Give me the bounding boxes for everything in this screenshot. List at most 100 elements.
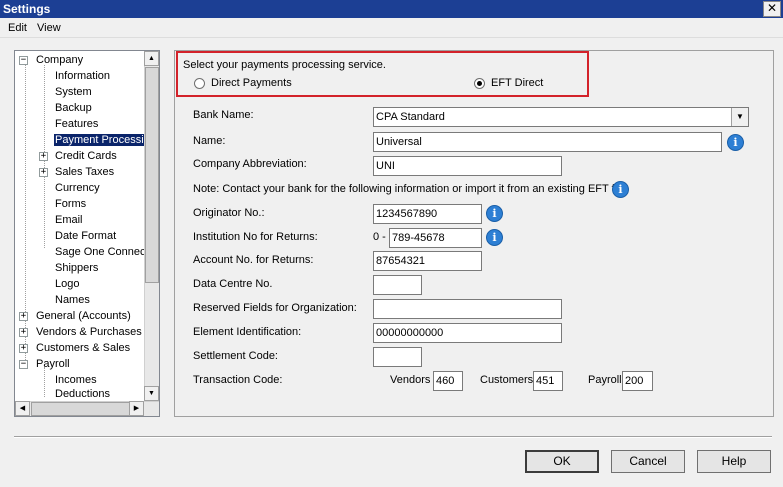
tree-item-deductions[interactable]: Deductions: [55, 387, 110, 402]
tree-item-sage-one-connect[interactable]: Sage One Connect: [55, 245, 149, 260]
company-abbreviation-field[interactable]: UNI: [373, 156, 562, 176]
expand-icon[interactable]: +: [19, 312, 28, 321]
eft-note: Note: Contact your bank for the followin…: [193, 183, 626, 195]
tree-item-label: Sales Taxes: [55, 166, 115, 178]
payroll-label: Payroll: [588, 374, 622, 386]
tree-item-label: Features: [55, 118, 99, 130]
payroll-code-field[interactable]: 200: [622, 371, 653, 391]
menu-bar: Edit View: [0, 18, 783, 38]
divider: [14, 436, 772, 438]
chevron-down-icon[interactable]: ▼: [731, 108, 748, 126]
direct-payments-radio[interactable]: [194, 78, 205, 89]
info-icon[interactable]: i: [486, 205, 503, 222]
tree-item-label: Company: [36, 54, 84, 66]
tree-item-label: Payroll: [36, 358, 70, 370]
collapse-icon[interactable]: −: [19, 360, 28, 369]
tree-horizontal-scrollbar[interactable]: ◀ ▶: [15, 401, 159, 416]
service-prompt: Select your payments processing service.: [183, 59, 386, 71]
tree-item-backup[interactable]: Backup: [55, 101, 92, 116]
element-identification-field[interactable]: 00000000000: [373, 323, 562, 343]
bank-name-combobox[interactable]: CPA Standard ▼: [373, 107, 749, 127]
tree-item-label: Email: [55, 214, 83, 226]
reserved-fields-field[interactable]: [373, 299, 562, 319]
tree-item-information[interactable]: Information: [55, 69, 110, 84]
scroll-thumb[interactable]: [145, 67, 159, 283]
tree-item-shippers[interactable]: Shippers: [55, 261, 98, 276]
scroll-thumb[interactable]: [31, 402, 131, 416]
expand-icon[interactable]: +: [39, 168, 48, 177]
data-centre-field[interactable]: [373, 275, 422, 295]
scroll-left-icon[interactable]: ◀: [15, 401, 30, 416]
tree-item-currency[interactable]: Currency: [55, 181, 100, 196]
scroll-down-icon[interactable]: ▼: [144, 386, 159, 401]
tree-item-label: Payment Processin: [54, 134, 151, 146]
ok-button[interactable]: OK: [525, 450, 599, 473]
eft-direct-radio[interactable]: [474, 78, 485, 89]
title-bar: Settings ✕: [0, 0, 783, 18]
account-field[interactable]: 87654321: [373, 251, 482, 271]
vendors-label: Vendors: [390, 374, 431, 386]
institution-prefix: 0 -: [373, 231, 386, 243]
tree-item-label: Names: [55, 294, 90, 306]
tree-item-system[interactable]: System: [55, 85, 92, 100]
tree-item-label: Deductions: [55, 388, 111, 400]
settlement-code-field[interactable]: [373, 347, 422, 367]
help-button[interactable]: Help: [697, 450, 771, 473]
transaction-code-label: Transaction Code:: [193, 374, 283, 386]
close-button[interactable]: ✕: [763, 1, 781, 17]
tree-item-label: Sage One Connect: [55, 246, 149, 258]
institution-field[interactable]: 789-45678: [389, 228, 482, 248]
tree-item-names[interactable]: Names: [55, 293, 90, 308]
customers-code-field[interactable]: 451: [533, 371, 563, 391]
tree-item-features[interactable]: Features: [55, 117, 98, 132]
close-icon: ✕: [766, 1, 778, 15]
eft-direct-label[interactable]: EFT Direct: [491, 77, 543, 89]
tree-item-label: System: [55, 86, 92, 98]
tree-item-forms[interactable]: Forms: [55, 197, 86, 212]
info-icon[interactable]: i: [727, 134, 744, 151]
customers-label: Customers: [480, 374, 534, 386]
tree-item-label: Shippers: [55, 262, 99, 274]
tree-connector: [25, 64, 26, 368]
menu-view[interactable]: View: [37, 22, 61, 34]
expand-icon[interactable]: +: [19, 344, 28, 353]
tree-item-label: Incomes: [55, 374, 97, 386]
element-identification-label: Element Identification:: [193, 326, 302, 338]
expand-icon[interactable]: +: [19, 328, 28, 337]
name-field[interactable]: Universal: [373, 132, 722, 152]
collapse-icon[interactable]: −: [19, 56, 28, 65]
tree-item-date-format[interactable]: Date Format: [55, 229, 116, 244]
info-icon[interactable]: i: [486, 229, 503, 246]
tree-item-incomes[interactable]: Incomes: [55, 373, 97, 388]
tree-item-logo[interactable]: Logo: [55, 277, 79, 292]
tree-item-label: Currency: [55, 182, 100, 194]
info-icon[interactable]: i: [612, 181, 629, 198]
cancel-button[interactable]: Cancel: [611, 450, 685, 473]
tree-item-email[interactable]: Email: [55, 213, 83, 228]
tree-item-label: Customers & Sales: [36, 342, 131, 354]
tree-item-label: Vendors & Purchases: [36, 326, 142, 338]
service-selection-highlight: [176, 51, 589, 97]
reserved-fields-label: Reserved Fields for Organization:: [193, 302, 357, 314]
originator-label: Originator No.:: [193, 207, 265, 219]
settlement-code-label: Settlement Code:: [193, 350, 278, 362]
tree-vertical-scrollbar[interactable]: ▲ ▼: [144, 51, 159, 402]
tree-item-label: Date Format: [55, 230, 117, 242]
data-centre-label: Data Centre No.: [193, 278, 273, 290]
tree-item-payment-processing[interactable]: Payment Processin: [54, 133, 151, 148]
tree-item-label: Forms: [55, 198, 87, 210]
scroll-right-icon[interactable]: ▶: [129, 401, 144, 416]
expand-icon[interactable]: +: [39, 152, 48, 161]
bank-name-value: CPA Standard: [376, 111, 445, 123]
menu-edit[interactable]: Edit: [8, 22, 27, 34]
tree-item-label: Information: [55, 70, 111, 82]
window-title: Settings: [3, 2, 51, 16]
scroll-up-icon[interactable]: ▲: [144, 51, 159, 66]
tree-item-label: Backup: [55, 102, 92, 114]
direct-payments-label[interactable]: Direct Payments: [211, 77, 292, 89]
name-label: Name:: [193, 135, 226, 147]
originator-field[interactable]: 1234567890: [373, 204, 482, 224]
company-abbreviation-label: Company Abbreviation:: [193, 158, 307, 170]
vendors-code-field[interactable]: 460: [433, 371, 463, 391]
settings-tree[interactable]: − Company Information System Backup Feat…: [14, 50, 160, 417]
